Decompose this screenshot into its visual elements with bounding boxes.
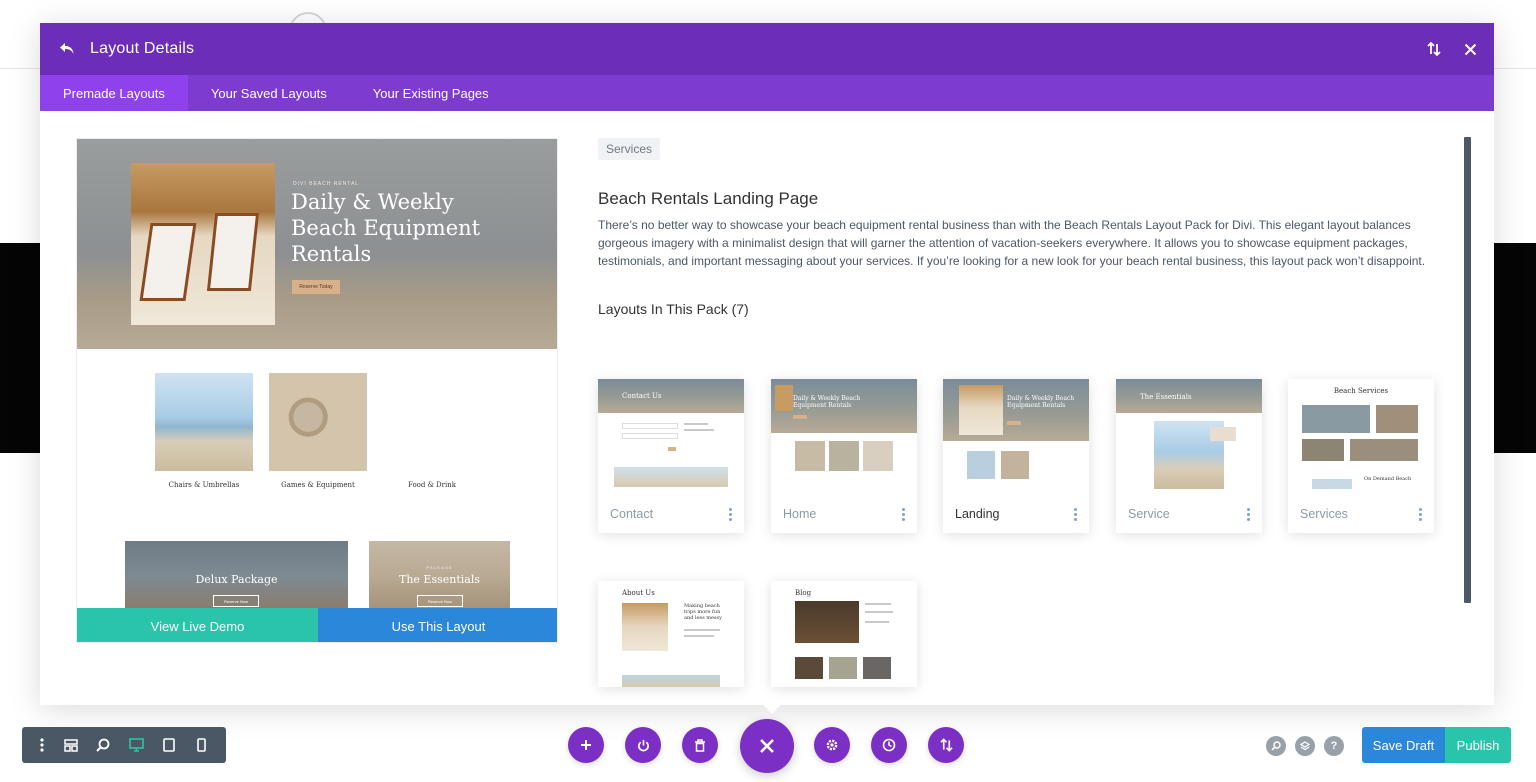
layout-grid-icon[interactable] bbox=[54, 727, 87, 763]
umbrella-image bbox=[155, 373, 253, 471]
package-button: Reserve Now bbox=[213, 595, 259, 607]
tablet-view-icon[interactable] bbox=[153, 727, 186, 763]
modal-header: Layout Details bbox=[40, 23, 1494, 75]
view-live-demo-button[interactable]: View Live Demo bbox=[77, 608, 318, 642]
category-label: Games & Equipment bbox=[281, 481, 355, 489]
thumb-subheading: On Demand Beach bbox=[1364, 476, 1412, 482]
layout-thumbnail: About Us Making beach trips more fun and… bbox=[598, 581, 744, 687]
thumb-heading: Beach Services bbox=[1333, 387, 1389, 395]
layout-card-home[interactable]: Daily & Weekly Beach Equipment Rentals H… bbox=[771, 379, 917, 533]
layout-card-name: Contact bbox=[610, 507, 654, 521]
tab-existing-pages[interactable]: Your Existing Pages bbox=[350, 75, 512, 111]
scrollbar[interactable] bbox=[1464, 137, 1471, 603]
phone-view-icon[interactable] bbox=[185, 727, 218, 763]
undo-arrow-icon[interactable] bbox=[56, 38, 78, 60]
rackets-image bbox=[269, 373, 367, 471]
layout-preview[interactable]: DIVI BEACH RENTAL Daily & Weekly Beach E… bbox=[76, 138, 558, 643]
layout-card-landing[interactable]: Daily & Weekly Beach Equipment Rentals L… bbox=[943, 379, 1089, 533]
layout-card-contact[interactable]: Contact Us Contact bbox=[598, 379, 744, 533]
thumb-heading: Daily & Weekly Beach Equipment Rentals bbox=[1007, 395, 1075, 409]
history-icon[interactable] bbox=[871, 727, 907, 763]
more-vertical-icon[interactable] bbox=[1074, 507, 1077, 521]
save-draft-button[interactable]: Save Draft bbox=[1362, 727, 1445, 763]
search-icon[interactable] bbox=[1266, 736, 1286, 756]
add-icon[interactable] bbox=[568, 727, 604, 763]
view-mode-toolbar bbox=[22, 727, 226, 763]
preview-category: Food & Drink bbox=[383, 373, 481, 489]
preview-hero-eyebrow: DIVI BEACH RENTAL bbox=[293, 181, 360, 187]
desktop-view-icon[interactable] bbox=[120, 727, 153, 763]
portability-icon[interactable] bbox=[928, 727, 964, 763]
layout-description: There’s no better way to showcase your b… bbox=[598, 218, 1426, 268]
layout-card-name: Service bbox=[1128, 507, 1170, 521]
layout-card-name: Services bbox=[1300, 507, 1348, 521]
package-eyebrow: PACKAGE bbox=[426, 565, 453, 570]
thumb-heading: The Essentials bbox=[1140, 393, 1192, 401]
layout-thumbnail: Blog bbox=[771, 581, 917, 687]
layout-thumbnail: The Essentials bbox=[1116, 379, 1262, 495]
close-builder-icon[interactable] bbox=[740, 719, 794, 773]
preview-package: PACKAGE The Essentials Reserve Now bbox=[369, 541, 510, 611]
modal-title: Layout Details bbox=[90, 40, 195, 57]
layout-card-services[interactable]: Beach Services On Demand Beach Services bbox=[1288, 379, 1434, 533]
beach-chairs-image bbox=[131, 163, 275, 325]
package-button: Reserve Now bbox=[417, 595, 463, 607]
help-icon[interactable]: ? bbox=[1324, 736, 1344, 756]
settings-icon[interactable] bbox=[814, 727, 850, 763]
more-vertical-icon[interactable] bbox=[30, 727, 54, 763]
modal-pointer bbox=[762, 704, 782, 714]
layout-card-service[interactable]: The Essentials Service bbox=[1116, 379, 1262, 533]
more-vertical-icon[interactable] bbox=[1419, 507, 1422, 521]
more-vertical-icon[interactable] bbox=[902, 507, 905, 521]
thumb-heading: Blog bbox=[795, 589, 812, 597]
layout-thumbnail: Contact Us bbox=[598, 379, 744, 495]
layout-info: Services Beach Rentals Landing Page Ther… bbox=[598, 138, 1468, 317]
zoom-icon[interactable] bbox=[87, 727, 120, 763]
trash-icon[interactable] bbox=[682, 727, 718, 763]
preview-hero: DIVI BEACH RENTAL Daily & Weekly Beach E… bbox=[77, 139, 557, 349]
package-name: The Essentials bbox=[398, 573, 480, 586]
preview-category: Games & Equipment bbox=[269, 373, 367, 489]
close-icon[interactable] bbox=[1462, 41, 1478, 57]
power-icon[interactable] bbox=[625, 727, 661, 763]
layout-details-modal: Layout Details Premade Layouts Your Save… bbox=[40, 23, 1494, 705]
layers-icon[interactable] bbox=[1295, 736, 1315, 756]
preview-package: Delux Package Reserve Now bbox=[125, 541, 348, 611]
thumb-heading: About Us bbox=[622, 589, 655, 597]
thumb-heading: Contact Us bbox=[622, 392, 662, 400]
publish-button[interactable]: Publish bbox=[1445, 727, 1511, 763]
package-name: Delux Package bbox=[195, 573, 278, 586]
preview-hero-title: Daily & Weekly Beach Equipment Rentals bbox=[291, 190, 481, 266]
background-section-right bbox=[1494, 243, 1536, 453]
background-section-left bbox=[0, 243, 40, 453]
preview-reserve-button: Reserve Today bbox=[292, 280, 340, 294]
layout-card-name: Landing bbox=[955, 507, 1000, 521]
layout-card-blog[interactable]: Blog bbox=[771, 581, 917, 687]
layout-card-name: Home bbox=[783, 507, 817, 521]
category-badge: Services bbox=[598, 138, 661, 160]
preview-category: Chairs & Umbrellas bbox=[155, 373, 253, 489]
more-vertical-icon[interactable] bbox=[1247, 507, 1250, 521]
layout-title: Beach Rentals Landing Page bbox=[598, 189, 819, 208]
tab-premade-layouts[interactable]: Premade Layouts bbox=[40, 75, 188, 111]
layout-thumbnail: Daily & Weekly Beach Equipment Rentals bbox=[771, 379, 917, 495]
layout-card-about-us[interactable]: About Us Making beach trips more fun and… bbox=[598, 581, 744, 687]
category-label: Chairs & Umbrellas bbox=[168, 481, 240, 489]
thumb-heading: Daily & Weekly Beach Equipment Rentals bbox=[793, 395, 861, 409]
food-image bbox=[383, 373, 481, 471]
tab-bar: Premade Layouts Your Saved Layouts Your … bbox=[40, 75, 1494, 111]
more-vertical-icon[interactable] bbox=[729, 507, 732, 521]
sort-arrows-icon[interactable] bbox=[1426, 41, 1442, 57]
use-this-layout-button[interactable]: Use This Layout bbox=[318, 608, 557, 642]
layout-thumbnail: Daily & Weekly Beach Equipment Rentals bbox=[943, 379, 1089, 495]
pack-heading: Layouts In This Pack (7) bbox=[598, 301, 749, 317]
thumb-body: Making beach trips more fun and less mes… bbox=[684, 603, 722, 621]
category-label: Food & Drink bbox=[407, 481, 456, 489]
tab-saved-layouts[interactable]: Your Saved Layouts bbox=[188, 75, 350, 111]
layout-thumbnail: Beach Services On Demand Beach bbox=[1288, 379, 1434, 495]
